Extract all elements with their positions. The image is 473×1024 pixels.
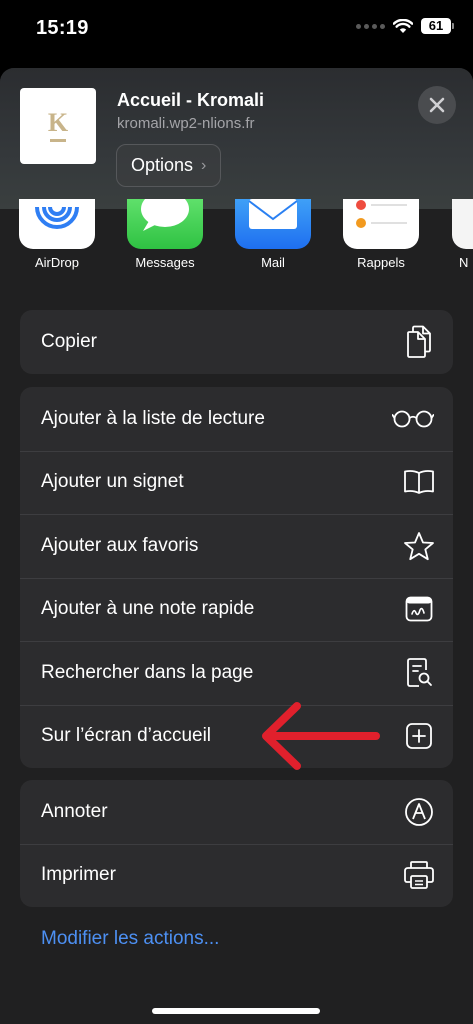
status-bar: 15:19 61 (0, 0, 473, 56)
action-label: Rechercher dans la page (41, 661, 254, 683)
action-label: Ajouter un signet (41, 471, 184, 493)
share-app-mail[interactable]: Mail (233, 199, 313, 270)
page-title: Accueil - Kromali (117, 90, 265, 110)
action-label: Ajouter aux favoris (41, 534, 199, 556)
options-label: Options (131, 155, 194, 175)
battery-icon: 61 (421, 18, 454, 34)
share-app-messages[interactable]: Messages (125, 199, 205, 270)
action-quick-note[interactable]: Ajouter à une note rapide (20, 577, 453, 642)
action-label: Ajouter à une note rapide (41, 598, 255, 620)
action-find-in-page[interactable]: Rechercher dans la page (20, 641, 453, 705)
actions-group-main: Ajouter à la liste de lecture Ajouter un… (20, 387, 453, 768)
chevron-right-icon: › (201, 156, 207, 174)
app-label: AirDrop (34, 255, 80, 270)
find-in-page-icon (403, 657, 435, 689)
add-square-icon (403, 720, 435, 752)
app-label: Messages (135, 255, 195, 270)
reminders-icon (343, 199, 419, 249)
airdrop-icon (19, 199, 95, 249)
action-add-to-home-screen[interactable]: Sur l’écran d’accueil (20, 704, 453, 769)
copy-icon (403, 325, 435, 358)
app-label: Mail (261, 255, 285, 270)
action-label: Ajouter à la liste de lecture (41, 407, 265, 429)
action-markup[interactable]: Annoter (20, 780, 453, 844)
page-url: kromali.wp2-nlions.fr (117, 115, 255, 132)
action-favorites[interactable]: Ajouter aux favoris (20, 514, 453, 578)
action-label: Imprimer (41, 864, 116, 886)
actions-group-copy: Copier (20, 310, 453, 374)
markup-icon (403, 796, 435, 828)
cellular-signal-icon (356, 23, 385, 29)
action-reading-list[interactable]: Ajouter à la liste de lecture (20, 387, 453, 451)
status-time: 15:19 (36, 17, 89, 39)
messages-icon (127, 199, 203, 249)
wifi-icon (393, 18, 413, 33)
action-bookmark[interactable]: Ajouter un signet (20, 450, 453, 515)
actions-group-extra: Annoter Imprimer (20, 780, 453, 907)
book-icon (403, 466, 435, 498)
action-print[interactable]: Imprimer (20, 843, 453, 908)
star-icon (403, 530, 435, 562)
status-indicators: 61 (356, 18, 454, 34)
app-label: N (459, 255, 469, 270)
notes-icon (452, 199, 473, 249)
options-button[interactable]: Options › (116, 144, 222, 187)
close-button[interactable] (418, 86, 456, 124)
share-app-notes[interactable]: N (449, 199, 473, 270)
close-icon (429, 97, 445, 113)
share-app-reminders[interactable]: Rappels (341, 199, 421, 270)
site-logo: K (47, 108, 69, 137)
quick-note-icon (403, 593, 435, 625)
action-label: Copier (41, 330, 97, 352)
share-app-airdrop[interactable]: AirDrop (17, 199, 97, 270)
action-copy[interactable]: Copier (20, 310, 453, 374)
mail-icon (235, 199, 311, 249)
home-indicator[interactable] (152, 1008, 320, 1014)
share-sheet: K Accueil - Kromali kromali.wp2-nlions.f… (0, 68, 473, 1024)
glasses-icon (391, 403, 435, 435)
action-label: Sur l’écran d’accueil (41, 725, 212, 747)
share-header: K Accueil - Kromali kromali.wp2-nlions.f… (0, 68, 473, 209)
action-label: Annoter (41, 800, 108, 822)
printer-icon (403, 859, 435, 891)
share-apps-row: AirDrop Messages Mail Rappels N (0, 199, 473, 289)
site-thumbnail: K (20, 88, 96, 164)
app-label: Rappels (357, 255, 405, 270)
edit-actions-link[interactable]: Modifier les actions... (41, 928, 219, 950)
